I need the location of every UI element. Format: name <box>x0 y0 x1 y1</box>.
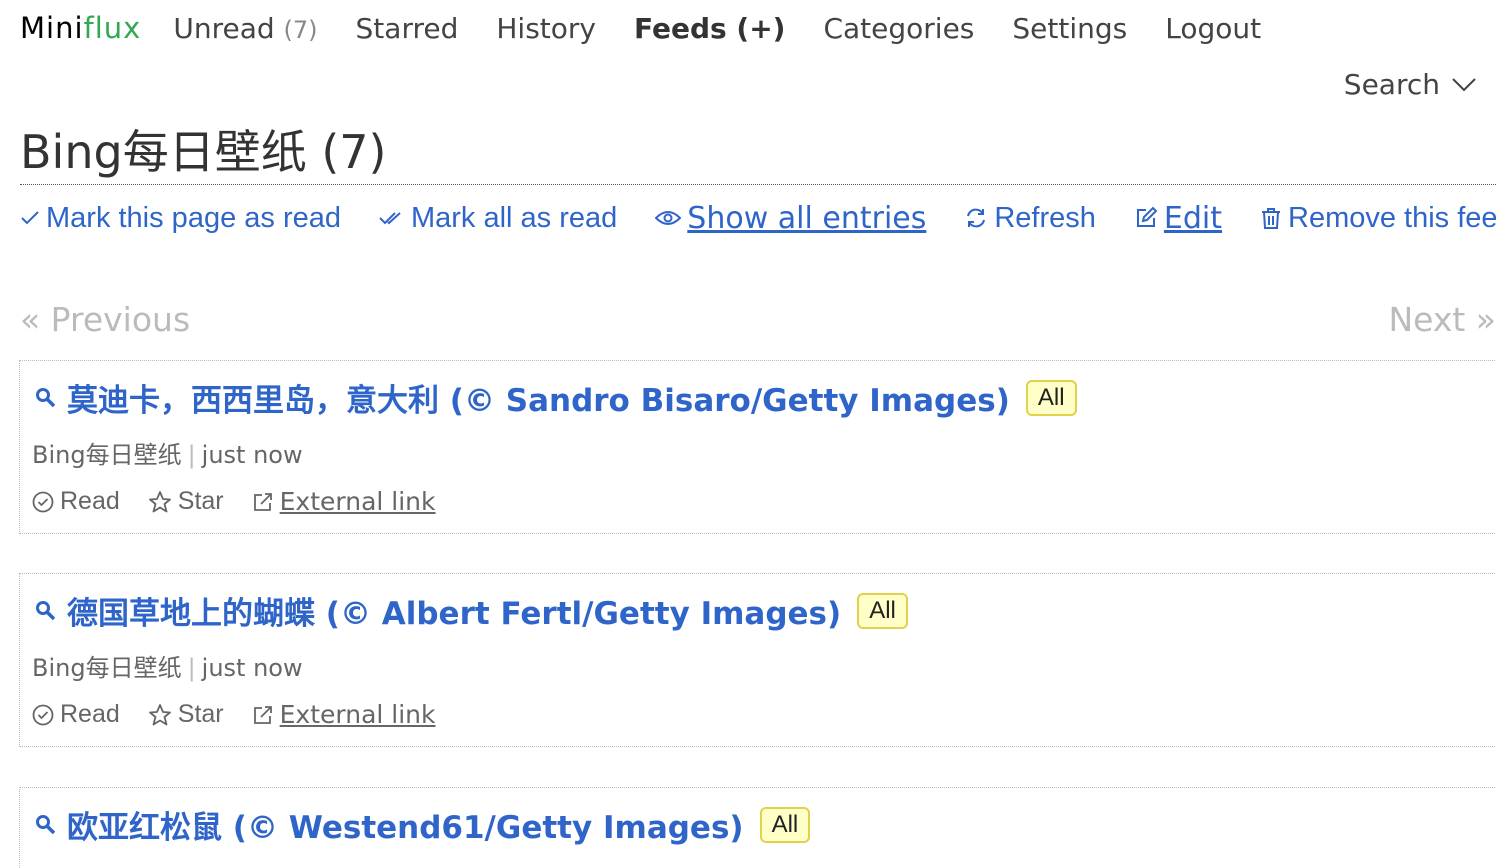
chevron-down-icon <box>1452 77 1476 91</box>
star-icon <box>148 490 171 512</box>
app-logo[interactable]: Miniflux <box>20 11 141 45</box>
entry-item: 莫迪卡，西西里岛，意大利 (© Sandro Bisaro/Getty Imag… <box>19 360 1496 534</box>
refresh-button[interactable]: Refresh <box>964 202 1096 235</box>
top-header: Miniflux Unread (7) Starred History Feed… <box>20 6 1299 50</box>
main-nav: Unread (7) Starred History Feeds (+) Cat… <box>173 12 1299 45</box>
external-link[interactable]: External link <box>252 700 436 729</box>
entry-title-row: 莫迪卡，西西里岛，意大利 (© Sandro Bisaro/Getty Imag… <box>35 375 1077 420</box>
check-icon <box>21 211 39 225</box>
star-icon <box>148 703 171 725</box>
search-label: Search <box>1343 68 1440 101</box>
remove-feed-label: Remove this feed <box>1288 201 1496 234</box>
nav-starred[interactable]: Starred <box>356 12 459 45</box>
category-badge[interactable]: All <box>857 592 908 629</box>
meta-separator: | <box>187 441 196 469</box>
star-label: Star <box>177 487 224 515</box>
entry-title-row: 德国草地上的蝴蝶 (© Albert Fertl/Getty Images) A… <box>35 588 908 633</box>
mark-read-button[interactable]: Read <box>32 487 120 516</box>
entry-title-link[interactable]: 欧亚红松鼠 (© Westend61/Getty Images) <box>67 802 744 847</box>
external-link-icon <box>253 705 272 724</box>
nav-logout[interactable]: Logout <box>1165 12 1261 45</box>
meta-separator: | <box>187 654 196 682</box>
entry-meta: Bing每日壁纸 | just now <box>32 648 303 683</box>
entry-title-link[interactable]: 莫迪卡，西西里岛，意大利 (© Sandro Bisaro/Getty Imag… <box>67 375 1010 420</box>
mark-read-label: Read <box>60 487 120 515</box>
show-all-entries-label: Show all entries <box>687 200 927 236</box>
mark-page-read-label: Mark this page as read <box>46 201 341 234</box>
unread-count: (7) <box>283 15 318 44</box>
refresh-icon <box>967 208 986 228</box>
nav-unread[interactable]: Unread (7) <box>173 12 317 45</box>
nav-settings[interactable]: Settings <box>1012 12 1127 45</box>
entry-actions: Read Star External link <box>32 700 464 729</box>
entry-feed-link[interactable]: Bing每日壁纸 <box>32 654 182 682</box>
page-title: Bing每日壁纸 (7) <box>20 120 1496 185</box>
category-badge[interactable]: All <box>1025 379 1077 416</box>
mark-page-read-button[interactable]: Mark this page as read <box>20 202 341 235</box>
mark-read-button[interactable]: Read <box>32 700 120 729</box>
nav-unread-label: Unread <box>173 11 275 45</box>
refresh-label: Refresh <box>994 201 1096 234</box>
external-link-icon <box>253 492 272 511</box>
check-circle-icon <box>32 491 54 512</box>
external-link-label: External link <box>279 700 436 729</box>
search-icon <box>36 814 56 834</box>
mark-read-label: Read <box>60 700 120 728</box>
pagination-previous: « Previous <box>20 300 191 339</box>
search-toggle[interactable]: Search <box>1344 68 1476 101</box>
star-button[interactable]: Star <box>148 487 224 516</box>
nav-categories[interactable]: Categories <box>823 12 974 45</box>
nav-feeds[interactable]: Feeds (+) <box>634 12 785 45</box>
search-icon <box>36 387 56 407</box>
entry-title-row: 欧亚红松鼠 (© Westend61/Getty Images) All <box>35 802 811 847</box>
show-all-entries-link[interactable]: Show all entries <box>655 201 926 236</box>
entry-title-link[interactable]: 德国草地上的蝴蝶 (© Albert Fertl/Getty Images) <box>67 588 841 633</box>
pagination-next: Next » <box>1388 300 1496 339</box>
check-circle-icon <box>32 704 54 725</box>
external-link-label: External link <box>279 487 436 516</box>
entry-item: 欧亚红松鼠 (© Westend61/Getty Images) All <box>19 787 1496 868</box>
mark-all-read-button[interactable]: Mark all as read <box>379 202 617 235</box>
entry-meta: Bing每日壁纸 | just now <box>32 435 303 470</box>
logo-text-mini: Mini <box>20 11 84 45</box>
star-button[interactable]: Star <box>148 700 224 729</box>
mark-all-read-label: Mark all as read <box>410 201 618 234</box>
entry-actions: Read Star External link <box>32 487 464 516</box>
entry-item: 德国草地上的蝴蝶 (© Albert Fertl/Getty Images) A… <box>19 573 1496 747</box>
entry-time: just now <box>201 654 303 682</box>
edit-icon <box>1136 206 1158 227</box>
logo-text-flux: flux <box>83 11 142 45</box>
search-icon <box>36 600 56 620</box>
page-actions: Mark this page as read Mark all as read … <box>20 196 1496 240</box>
eye-icon <box>655 211 682 225</box>
entry-feed-link[interactable]: Bing每日壁纸 <box>32 441 182 469</box>
trash-icon <box>1262 208 1281 229</box>
remove-feed-button[interactable]: Remove this feed <box>1260 202 1496 235</box>
edit-feed-link[interactable]: Edit <box>1134 201 1222 236</box>
entry-time: just now <box>201 441 303 469</box>
star-label: Star <box>177 700 224 728</box>
nav-history[interactable]: History <box>496 12 596 45</box>
external-link[interactable]: External link <box>252 487 436 516</box>
category-badge[interactable]: All <box>759 806 811 843</box>
edit-label: Edit <box>1163 200 1223 236</box>
double-check-icon <box>379 212 401 225</box>
